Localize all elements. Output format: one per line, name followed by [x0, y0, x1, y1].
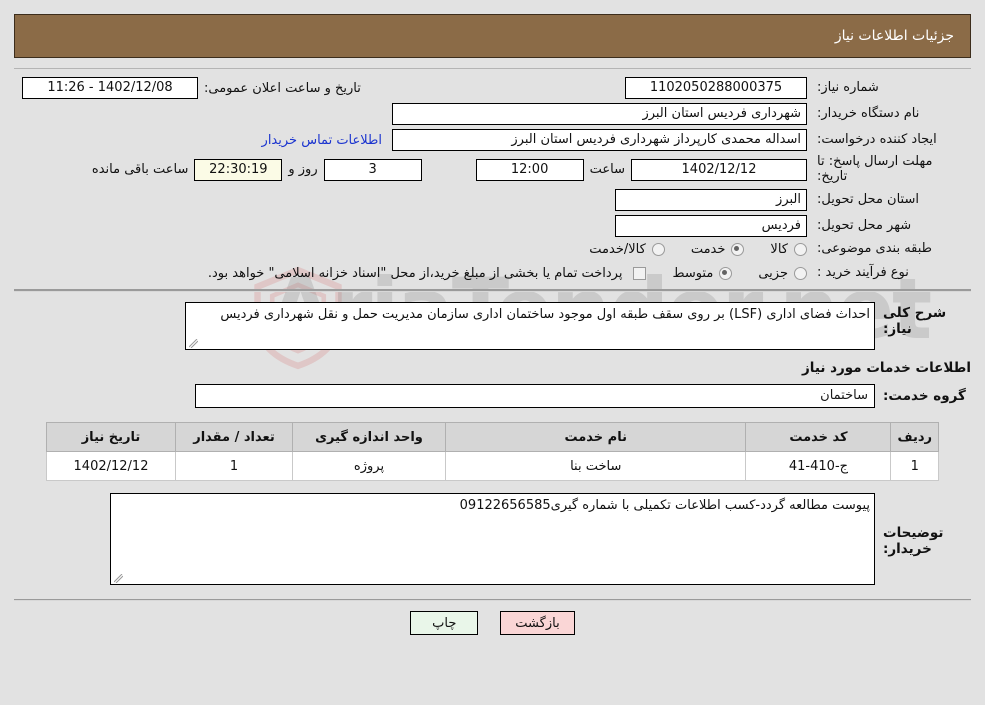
classification-option-label: کالا [770, 241, 788, 257]
page-root: جزئیات اطلاعات نیاز شماره نیاز: 11020502… [0, 14, 985, 636]
buyer-contact-link[interactable]: اطلاعات تماس خریدار [252, 133, 392, 148]
buyer-org-label: نام دستگاه خریدار: [817, 105, 920, 121]
cell-quantity: 1 [175, 451, 293, 482]
cell-date: 1402/12/12 [46, 451, 176, 482]
countdown-label: ساعت باقی مانده [91, 162, 189, 178]
days-label: روز و [288, 162, 318, 178]
deadline-time-field[interactable]: 12:00 [475, 158, 584, 181]
row-province: استان محل تحویل: البرز [14, 188, 971, 211]
footer-actions: بازگشت چاپ [0, 601, 985, 636]
row-deadline: مهلت ارسال پاسخ: تا تاریخ: 1402/12/12 سا… [14, 154, 971, 185]
general-description-row: شرح کلی نیاز: احداث فضای اداری (LSF) بر … [0, 292, 985, 351]
province-field[interactable]: البرز [615, 188, 807, 211]
col-header-code: کد خدمت [745, 422, 892, 453]
col-header-index: ردیف [890, 422, 939, 453]
buyer-comments-textarea[interactable]: پیوست مطالعه گردد-کسب اطلاعات تکمیلی با … [110, 493, 875, 586]
row-city: شهر محل تحویل: فردیس [14, 214, 971, 237]
classification-option-kala-khedmat[interactable]: کالا/خدمت [589, 242, 665, 257]
buyer-comments-row: توضیحات خریدار: پیوست مطالعه گردد-کسب اط… [0, 481, 985, 586]
page-title: جزئیات اطلاعات نیاز [834, 28, 954, 44]
cell-index: 1 [890, 451, 939, 482]
general-description-label: شرح کلی نیاز: [883, 305, 947, 338]
purchase-process-radio-group: جزیی متوسط [646, 266, 807, 281]
row-purchase-process: نوع فرآیند خرید : جزیی متوسط پرداخت تمام… [14, 265, 971, 281]
radio-icon[interactable] [794, 242, 807, 256]
treasury-checkbox[interactable] [633, 266, 647, 280]
remaining-days-field: 3 [323, 158, 422, 181]
public-announce-label: تاریخ و ساعت اعلان عمومی: [204, 80, 361, 96]
classification-option-khedmat[interactable]: خدمت [691, 242, 745, 257]
buyer-org-field[interactable]: شهرداری فردیس استان البرز [392, 103, 807, 125]
radio-icon[interactable] [651, 242, 665, 256]
province-label: استان محل تحویل: [817, 191, 919, 207]
row-buyer-org: نام دستگاه خریدار: شهرداری فردیس استان ا… [14, 103, 971, 125]
row-creator: ایجاد کننده درخواست: اسداله محمدی کارپرد… [14, 129, 971, 151]
process-option-label: جزیی [758, 265, 788, 281]
city-label: شهر محل تحویل: [817, 217, 912, 233]
col-header-unit: واحد اندازه گیری [292, 422, 446, 453]
radio-icon[interactable] [731, 242, 745, 256]
cell-unit: پروژه [292, 451, 446, 482]
services-table: ردیف کد خدمت نام خدمت واحد اندازه گیری ت… [46, 422, 939, 482]
classification-label: طبقه بندی موضوعی: [817, 240, 933, 256]
radio-icon[interactable] [794, 266, 807, 280]
creator-field[interactable]: اسداله محمدی کارپرداز شهرداری فردیس استا… [392, 129, 807, 151]
page-title-bar: جزئیات اطلاعات نیاز [14, 14, 971, 58]
need-number-label: شماره نیاز: [817, 79, 879, 95]
cell-code: ج-410-41 [745, 451, 892, 482]
public-announce-field[interactable]: 1402/12/08 - 11:26 [22, 77, 198, 99]
treasury-note: پرداخت تمام یا بخشی از مبلغ خرید،از محل … [207, 265, 623, 281]
creator-label: ایجاد کننده درخواست: [817, 131, 937, 147]
hour-label: ساعت [589, 162, 625, 178]
classification-option-kala[interactable]: کالا [770, 242, 807, 257]
classification-radio-group: کالا خدمت کالا/خدمت [563, 242, 807, 257]
general-description-textarea[interactable]: احداث فضای اداری (LSF) بر روی سقف طبقه ا… [185, 302, 875, 351]
cell-name: ساخت بنا [444, 451, 747, 482]
resize-grip-icon[interactable] [114, 574, 123, 584]
print-button[interactable]: چاپ [410, 611, 479, 636]
col-header-date: تاریخ نیاز [46, 422, 176, 453]
table-header-row: ردیف کد خدمت نام خدمت واحد اندازه گیری ت… [46, 422, 939, 453]
classification-option-label: کالا/خدمت [589, 241, 646, 257]
process-option-motevaset[interactable]: متوسط [672, 265, 733, 281]
row-classification: طبقه بندی موضوعی: کالا خدمت کالا/خدمت [14, 241, 971, 257]
process-option-jozee[interactable]: جزیی [758, 266, 807, 281]
deadline-label: مهلت ارسال پاسخ: تا تاریخ: [817, 154, 933, 184]
back-button[interactable]: بازگشت [500, 611, 575, 636]
need-number-field[interactable]: 1102050288000375 [625, 77, 807, 99]
table-row: 1 ج-410-41 ساخت بنا پروژه 1 1402/12/12 [46, 451, 939, 482]
deadline-date-field[interactable]: 1402/12/12 [631, 158, 807, 181]
resize-grip-icon[interactable] [189, 339, 198, 349]
purchase-process-label: نوع فرآیند خرید : [817, 265, 909, 281]
countdown-field: 22:30:19 [194, 158, 283, 181]
service-group-row: گروه خدمت: ساختمان [0, 376, 985, 409]
services-section-title: اطلاعات خدمات مورد نیاز [801, 360, 971, 377]
service-group-field[interactable]: ساختمان [195, 384, 875, 409]
services-table-wrapper: ردیف کد خدمت نام خدمت واحد اندازه گیری ت… [0, 408, 985, 482]
col-header-name: نام خدمت [444, 422, 747, 453]
radio-icon[interactable] [719, 266, 733, 280]
classification-option-label: خدمت [690, 241, 726, 257]
col-header-quantity: تعداد / مقدار [175, 422, 293, 453]
process-option-label: متوسط [672, 265, 714, 281]
service-group-label: گروه خدمت: [883, 388, 966, 405]
need-info-panel: شماره نیاز: 1102050288000375 تاریخ و ساع… [14, 68, 971, 291]
buyer-comments-label: توضیحات خریدار: [883, 525, 944, 558]
city-field[interactable]: فردیس [615, 214, 807, 237]
row-need-number: شماره نیاز: 1102050288000375 تاریخ و ساع… [14, 77, 971, 99]
